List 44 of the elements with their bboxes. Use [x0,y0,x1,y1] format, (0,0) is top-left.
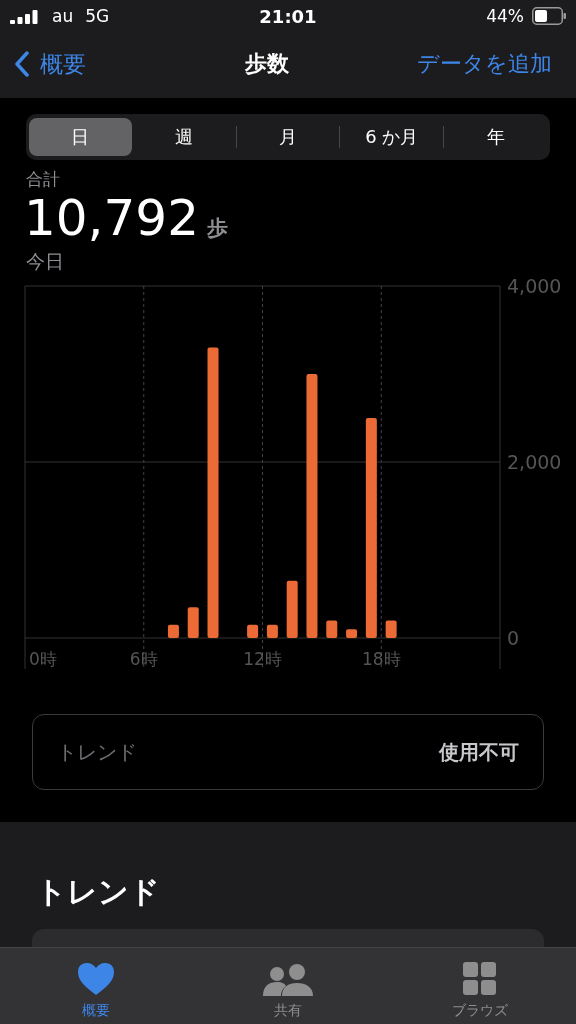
step-total: 10,792 [24,191,199,245]
add-data-link[interactable]: データを追加 [417,49,552,79]
range-tab[interactable]: 日 [29,118,132,156]
total-label: 合計 [26,168,61,191]
period-label: 今日 [26,249,65,274]
battery-icon [532,7,566,25]
trend-label: トレンド [57,738,137,766]
people-icon [263,964,313,996]
back-chevron-icon [14,51,30,77]
battery-percent: 44% [486,6,524,26]
back-button[interactable]: 概要 [14,48,86,80]
tab-bar-item[interactable]: 概要 [0,948,192,1024]
signal-icon [10,8,40,24]
tab-bar-item[interactable]: 共有 [192,948,384,1024]
section-heading: トレンド [36,873,161,911]
y-axis-label: 0 [507,627,520,649]
step-bar [247,624,259,638]
trend-row[interactable]: トレンド 使用不可 [32,714,544,790]
heart-icon [77,962,115,996]
step-bar [326,620,338,638]
carrier-name: au [52,6,74,26]
status-time: 21:01 [259,5,317,27]
range-tab[interactable]: 月 [236,118,340,156]
range-tab[interactable]: 6 か月 [340,118,444,156]
x-axis-label: 6時 [129,649,158,669]
range-tab[interactable]: 年 [444,118,547,156]
y-axis-label: 2,000 [507,451,562,473]
step-unit: 歩 [206,215,228,242]
trend-status: 使用不可 [439,738,519,766]
step-bar [266,624,278,638]
range-tab[interactable]: 週 [132,118,236,156]
step-bar [167,624,179,638]
grid-icon [463,962,497,996]
step-bar [346,629,358,638]
step-bar [385,620,397,638]
network-type: 5G [85,6,110,26]
step-bar [187,607,199,638]
x-axis-label: 0時 [29,649,57,669]
step-bar [286,580,298,638]
y-axis-label: 4,000 [507,276,562,297]
x-axis-label: 18時 [361,649,401,669]
tab-bar-item[interactable]: ブラウズ [384,948,576,1024]
x-axis-label: 12時 [243,649,282,669]
nav-title: 歩数 [244,50,289,78]
